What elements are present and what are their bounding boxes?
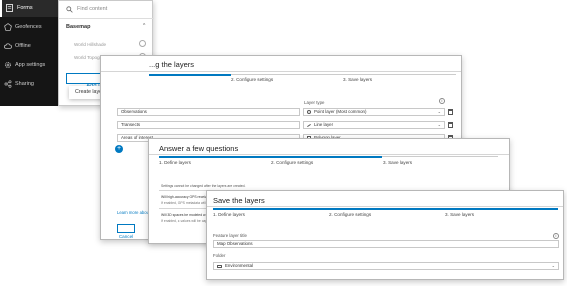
- delete-icon[interactable]: [448, 122, 453, 128]
- line-icon: [307, 123, 311, 128]
- geofence-icon: [4, 23, 12, 31]
- dialog-title: Save the layers: [213, 196, 265, 205]
- save-layers-dialog: Save the layers 1. Define layers 2. Conf…: [206, 190, 564, 280]
- sidebar-item-label: Sharing: [15, 81, 34, 87]
- sidebar-item-label: App settings: [15, 62, 46, 68]
- step-progress: [159, 156, 382, 158]
- sidebar-item-offline[interactable]: Offline: [0, 38, 58, 55]
- add-layer-button[interactable]: +: [115, 145, 123, 153]
- search-icon: [66, 6, 73, 13]
- point-icon: [307, 110, 311, 114]
- folder-icon: [217, 264, 222, 268]
- search-input[interactable]: Find content: [77, 6, 107, 12]
- sidebar-item-label: Offline: [15, 43, 31, 49]
- forms-icon: [6, 4, 13, 12]
- title-divider: [207, 206, 563, 207]
- title-divider: [149, 154, 509, 155]
- layer-name-input[interactable]: Observations: [117, 108, 300, 116]
- z-values-help: If enabled, z-values will be cap...: [161, 219, 211, 223]
- step-configure-settings: 2. Configure settings: [271, 160, 314, 165]
- step-track: [231, 74, 456, 75]
- layer-type-header: Layer type: [304, 100, 325, 105]
- step-progress: [149, 74, 231, 76]
- step-save-layers: 3. Save layers: [343, 77, 373, 82]
- panel-divider: [59, 18, 154, 19]
- learn-more-link[interactable]: Learn more about: [117, 210, 150, 215]
- folder-select[interactable]: Environmental ⌄: [213, 262, 559, 270]
- chevron-down-icon: ⌄: [437, 109, 441, 114]
- cloud-icon: [4, 43, 12, 49]
- step-configure-settings: 2. Configure settings: [329, 212, 372, 217]
- gear-icon: [4, 61, 12, 69]
- basemap-item[interactable]: World Hillshade: [74, 42, 106, 47]
- cancel-button[interactable]: Cancel: [117, 224, 135, 239]
- chevron-down-icon: ⌄: [437, 122, 441, 127]
- step-track: [382, 156, 498, 157]
- feature-layer-title-label: Feature layer title: [213, 233, 247, 238]
- search-bar[interactable]: Find content: [62, 4, 150, 16]
- dialog-title: ...g the layers: [149, 60, 195, 69]
- sidebar-item-label: Geofences: [15, 24, 42, 30]
- feature-layer-title-input[interactable]: Map Observations: [213, 240, 559, 248]
- step-save-layers: 3. Save layers: [445, 212, 475, 217]
- step-configure-settings: 2. Configure settings: [231, 77, 274, 82]
- basemap-heading: Basemap: [66, 24, 91, 30]
- sidebar-item-app-settings[interactable]: App settings: [0, 57, 58, 74]
- delete-icon[interactable]: [448, 109, 453, 115]
- sidebar-item-forms[interactable]: Forms: [0, 0, 58, 17]
- z-values-question: Will 3D spaces be modeled w...: [161, 213, 209, 217]
- chevron-down-icon: ⌄: [551, 263, 555, 268]
- gps-question: Will high-accuracy GPS receiv...: [161, 195, 210, 199]
- info-icon[interactable]: i: [553, 233, 559, 239]
- sidebar-item-label: Forms: [17, 5, 33, 11]
- info-icon[interactable]: i: [439, 98, 445, 104]
- step-define-layers: 1. Define layers: [213, 212, 245, 217]
- check-circle-icon: [139, 40, 146, 47]
- cancel-label: Cancel: [118, 234, 134, 239]
- share-icon: [4, 80, 12, 88]
- step-progress: [213, 208, 558, 210]
- step-save-layers: 3. Save layers: [383, 160, 413, 165]
- sidebar-item-sharing[interactable]: Sharing: [0, 76, 58, 93]
- layer-name-input[interactable]: Transects: [117, 121, 300, 129]
- chevron-up-icon[interactable]: ^: [143, 23, 145, 29]
- layer-type-select[interactable]: Line layer ⌄: [303, 121, 445, 129]
- step-define-layers: 1. Define layers: [159, 160, 191, 165]
- sidebar-item-geofences[interactable]: Geofences: [0, 19, 58, 36]
- layer-type-select[interactable]: Point layer (Most common) ⌄: [303, 108, 445, 116]
- sidebar: Forms Geofences Offline App settings Sha…: [0, 0, 58, 106]
- folder-label: Folder: [213, 253, 226, 258]
- dialog-title: Answer a few questions: [159, 144, 239, 153]
- title-divider: [101, 71, 461, 72]
- settings-note: Settings cannot be changed after the lay…: [161, 184, 246, 188]
